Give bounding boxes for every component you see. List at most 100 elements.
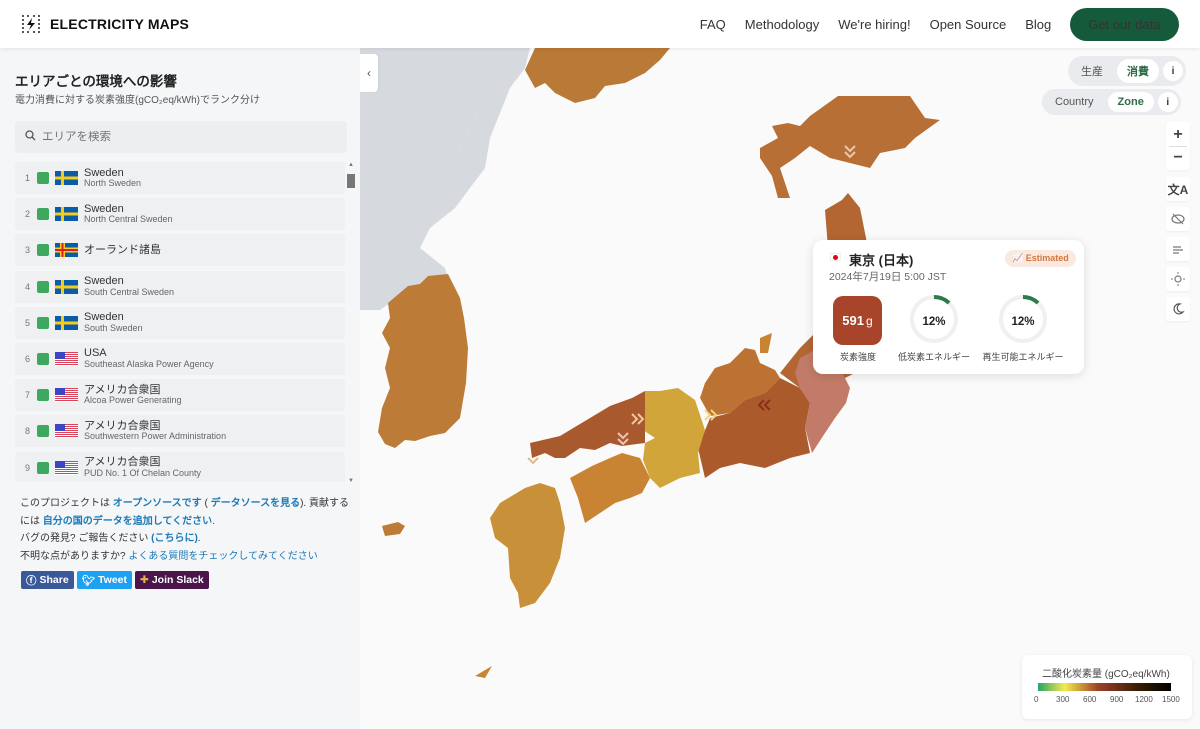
toggle-country[interactable]: Country	[1045, 92, 1104, 112]
toggle-consumption[interactable]: 消費	[1117, 59, 1159, 83]
carbon-color-square	[37, 352, 49, 365]
country-flag-icon	[55, 351, 78, 366]
carbon-color-square	[37, 389, 49, 402]
language-icon[interactable]: 文A	[1166, 177, 1190, 201]
zoom-out-icon[interactable]: −	[1173, 147, 1182, 169]
country-flag-icon	[55, 171, 78, 185]
zone-datetime: 2024年7月19日 5:00 JST	[829, 271, 947, 283]
carbon-color-square	[37, 461, 49, 474]
add-country-link[interactable]: 自分の国のデータを追加してください	[43, 516, 212, 527]
report-bug-link[interactable]: (こちらに)	[151, 533, 198, 544]
zone-name: PUD No. 1 Of Chelan County	[84, 467, 202, 478]
faq-link[interactable]: よくある質問をチェックしてみてください	[128, 551, 317, 562]
zone-name: North Sweden	[84, 178, 142, 189]
rank-number: 5	[25, 317, 31, 328]
info-text: 不明な点がありますか?	[20, 550, 129, 562]
info-icon[interactable]: i	[1157, 92, 1178, 112]
facebook-icon: ⓕ	[26, 574, 37, 587]
region-shikoku[interactable]	[570, 453, 650, 523]
nav-open-source[interactable]: Open Source	[930, 17, 1007, 32]
legend-tick: 1200	[1135, 695, 1153, 704]
search-input[interactable]	[42, 131, 322, 143]
tweet-label: Tweet	[98, 574, 128, 586]
region-russia-far-east[interactable]	[525, 48, 670, 103]
japan-flag-icon	[830, 253, 841, 261]
carbon-intensity-unit: g	[866, 313, 873, 328]
ranking-row[interactable]: 5 Sweden South Sweden	[15, 306, 345, 339]
logo-bolt-icon	[20, 13, 42, 35]
ranking-row[interactable]: 7 アメリカ合衆国 Alcoa Power Generating	[15, 379, 345, 412]
legend-tick: 1500	[1162, 695, 1180, 704]
nav-hiring[interactable]: We're hiring!	[838, 17, 910, 32]
get-data-button[interactable]: Get our data	[1070, 7, 1179, 41]
renewable-value: 12%	[1011, 316, 1035, 328]
nav-faq[interactable]: FAQ	[700, 17, 726, 32]
ranking-row[interactable]: 6 USA Southeast Alaska Power Agency	[15, 342, 345, 375]
country-name: アメリカ合衆国	[84, 456, 161, 468]
dark-mode-icon[interactable]	[1166, 297, 1190, 321]
ranking-row[interactable]: 8 アメリカ合衆国 Southwestern Power Administrat…	[15, 415, 345, 448]
collapse-sidebar-button[interactable]: ‹	[360, 54, 378, 92]
info-text: バグの発見? ご報告ください	[20, 533, 152, 544]
country-flag-icon	[55, 207, 78, 222]
toggle-production[interactable]: 生産	[1071, 59, 1113, 83]
tweet-button[interactable]: 🐦︎ Tweet	[76, 571, 133, 589]
ranking-row[interactable]: 4 Sweden South Central Sweden	[15, 270, 345, 303]
ranking-scrollbar[interactable]: ▲ ▼	[346, 162, 356, 484]
data-sources-link[interactable]: データソースを見る	[211, 498, 301, 509]
open-source-link[interactable]: オープンソースです	[113, 498, 202, 509]
colorblind-mode-icon[interactable]	[1166, 207, 1190, 231]
toggle-zone[interactable]: Zone	[1107, 92, 1154, 112]
join-slack-button[interactable]: ✚ Join Slack	[135, 571, 209, 589]
region-chugoku[interactable]	[530, 391, 645, 458]
zoom-in-icon[interactable]: +	[1173, 124, 1182, 146]
carbon-color-square	[37, 208, 49, 221]
region-china[interactable]	[360, 48, 530, 258]
ranking-row[interactable]: 9 アメリカ合衆国 PUD No. 1 Of Chelan County	[15, 451, 345, 482]
zone-name: Alcoa Power Generating	[84, 395, 182, 406]
country-flag-icon	[55, 315, 78, 330]
scroll-down-icon[interactable]: ▼	[348, 478, 354, 484]
rank-number: 3	[25, 245, 31, 256]
country-flag-icon	[55, 279, 78, 294]
info-icon[interactable]: i	[1163, 61, 1183, 81]
zone-names: Sweden South Sweden	[84, 312, 143, 333]
nav-methodology[interactable]: Methodology	[745, 17, 819, 32]
logo[interactable]: ELECTRICITY MAPS	[20, 13, 189, 35]
region-south-korea[interactable]	[378, 274, 468, 448]
zone-names: Sweden South Central Sweden	[84, 276, 174, 297]
solar-icon[interactable]	[1166, 267, 1190, 291]
nav-blog[interactable]: Blog	[1025, 17, 1051, 32]
region-jeju[interactable]	[382, 522, 405, 536]
ranking-row[interactable]: 1 Sweden North Sweden	[15, 162, 345, 194]
ranking-row[interactable]: 3 オーランド諸島	[15, 234, 345, 267]
carbon-color-square	[37, 244, 49, 257]
low-carbon-label: 低炭素エネルギー	[897, 352, 970, 362]
region-kansai[interactable]	[640, 388, 705, 488]
carbon-color-square	[37, 316, 49, 329]
facebook-share-button[interactable]: ⓕ Share	[21, 571, 74, 589]
legend-tick: 0	[1034, 695, 1039, 704]
scrollbar-thumb[interactable]	[347, 174, 355, 188]
carbon-color-square	[37, 425, 49, 438]
region-kyushu[interactable]	[490, 483, 565, 608]
low-carbon-ring: 12%	[909, 294, 959, 344]
carbon-intensity-box: 591 g	[833, 296, 882, 345]
info-text: .	[212, 515, 215, 527]
search-icon	[25, 128, 36, 146]
sidebar: エリアごとの環境への影響 電力消費に対する炭素強度(gCO₂eq/kWh)でラン…	[0, 48, 360, 729]
ranking-row[interactable]: 2 Sweden North Central Sweden	[15, 198, 345, 231]
info-line-2: バグの発見? ご報告ください (こちらに).	[20, 530, 350, 548]
legend-title: 二酸化炭素量 (gCO₂eq/kWh)	[1042, 669, 1170, 680]
region-island[interactable]	[760, 333, 772, 353]
region-hokkaido[interactable]	[760, 96, 940, 198]
estimated-label: Estimated	[1025, 253, 1069, 263]
zone-tooltip: 東京 (日本) 📈 Estimated 2024年7月19日 5:00 JST …	[813, 240, 1084, 374]
zone-name: South Sweden	[84, 322, 143, 333]
legend-tick: 600	[1083, 695, 1097, 704]
ranking-list: 1 Sweden North Sweden 2 Sweden North Cen…	[15, 162, 345, 482]
region-okinawa[interactable]	[475, 666, 492, 678]
scroll-up-icon[interactable]: ▲	[348, 162, 354, 168]
map-canvas[interactable]	[360, 48, 1200, 729]
wind-icon[interactable]	[1166, 237, 1190, 261]
